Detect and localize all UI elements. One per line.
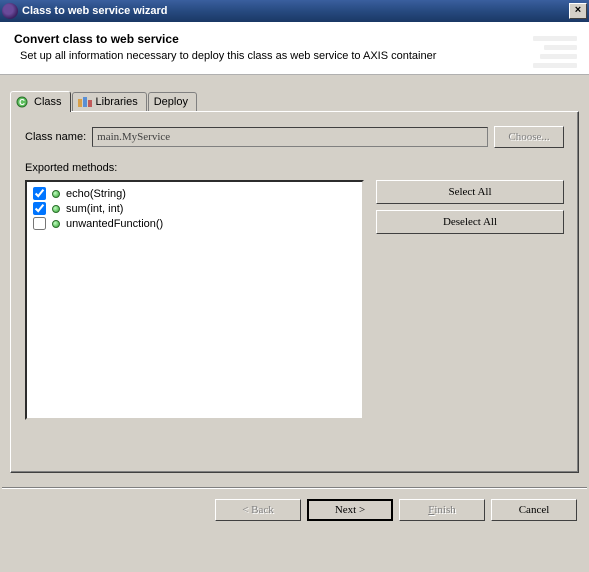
wizard-footer: < Back Next > Finish Cancel [0, 489, 589, 531]
tab-panel-class: Class name: Choose... Exported methods: … [10, 111, 579, 473]
list-item[interactable]: echo(String) [31, 186, 358, 201]
svg-text:C: C [19, 98, 25, 107]
method-checkbox[interactable] [33, 217, 46, 230]
titlebar: Class to web service wizard × [0, 0, 589, 22]
cancel-button[interactable]: Cancel [491, 499, 577, 521]
finish-button[interactable]: Finish [399, 499, 485, 521]
method-name: sum(int, int) [66, 203, 123, 215]
tab-libraries[interactable]: Libraries [72, 92, 147, 111]
tab-bar: C Class Libraries Deploy [10, 89, 579, 111]
method-checkbox[interactable] [33, 187, 46, 200]
methods-list[interactable]: echo(String) sum(int, int) unwantedFunct… [25, 180, 364, 420]
method-public-icon [52, 205, 60, 213]
eclipse-icon [2, 3, 18, 19]
method-name: unwantedFunction() [66, 218, 163, 230]
page-description: Set up all information necessary to depl… [14, 50, 575, 62]
class-icon: C [16, 96, 30, 108]
header-decoration [533, 36, 577, 72]
back-button[interactable]: < Back [215, 499, 301, 521]
method-public-icon [52, 190, 60, 198]
select-all-button[interactable]: Select All [376, 180, 564, 204]
tab-label: Class [34, 96, 62, 108]
deselect-all-button[interactable]: Deselect All [376, 210, 564, 234]
libraries-icon [78, 96, 92, 108]
tab-label: Deploy [154, 96, 188, 108]
list-item[interactable]: sum(int, int) [31, 201, 358, 216]
method-name: echo(String) [66, 188, 126, 200]
method-checkbox[interactable] [33, 202, 46, 215]
tab-class[interactable]: C Class [10, 91, 71, 112]
window-title: Class to web service wizard [22, 5, 569, 17]
method-public-icon [52, 220, 60, 228]
choose-button[interactable]: Choose... [494, 126, 564, 148]
tab-label: Libraries [96, 96, 138, 108]
close-button[interactable]: × [569, 3, 587, 19]
tab-deploy[interactable]: Deploy [148, 92, 197, 111]
exported-methods-label: Exported methods: [25, 162, 564, 174]
content-area: C Class Libraries Deploy Class name: Cho… [0, 75, 589, 481]
class-name-label: Class name: [25, 131, 86, 143]
list-item[interactable]: unwantedFunction() [31, 216, 358, 231]
page-title: Convert class to web service [14, 32, 575, 46]
next-button[interactable]: Next > [307, 499, 393, 521]
class-name-field[interactable] [92, 127, 488, 147]
wizard-header: Convert class to web service Set up all … [0, 22, 589, 75]
